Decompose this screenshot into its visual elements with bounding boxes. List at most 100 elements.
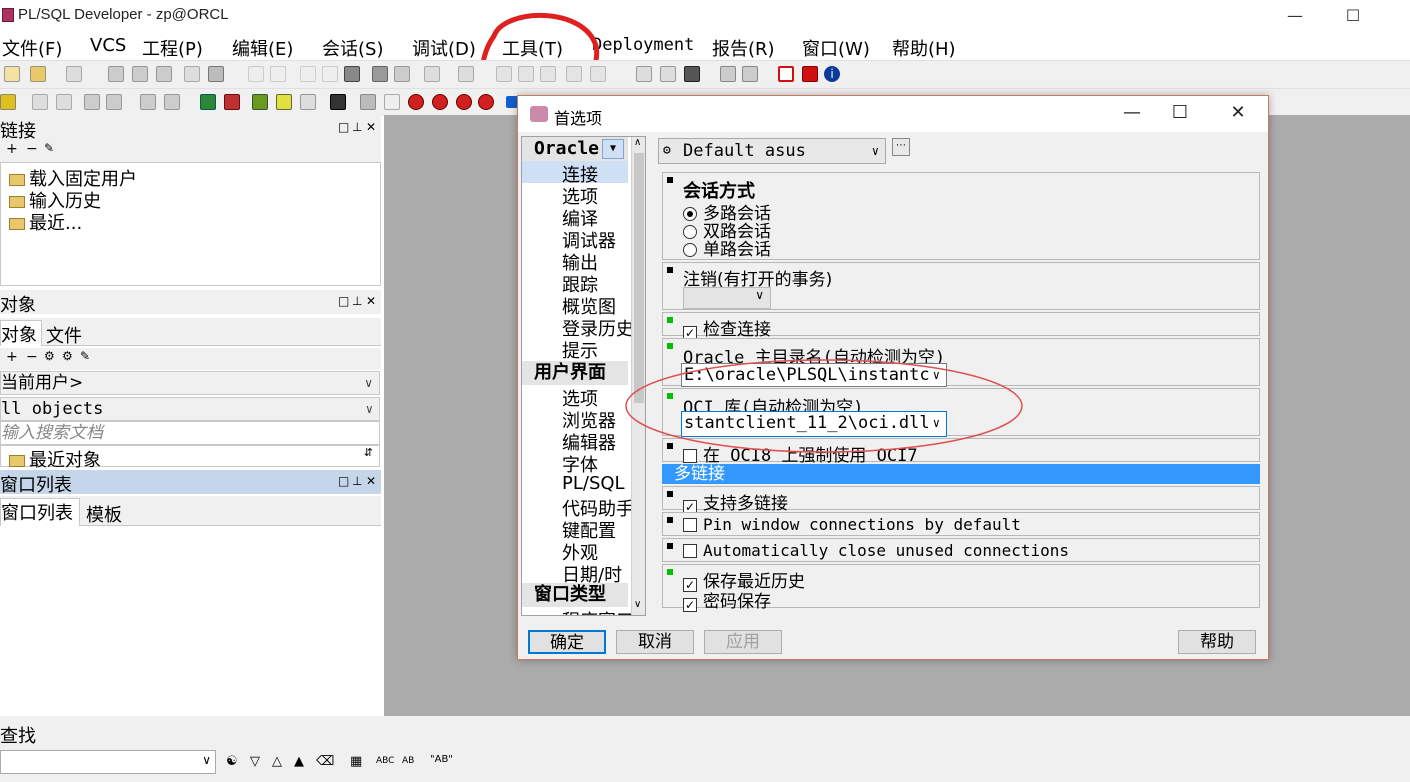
collapse-icon[interactable]: ▼ — [602, 139, 624, 159]
gear-icon[interactable] — [32, 94, 48, 110]
category-group-window-types[interactable]: 窗口类型 — [522, 583, 628, 607]
execute-icon[interactable] — [684, 66, 700, 82]
wrench-icon[interactable] — [330, 94, 346, 110]
oracle-icon[interactable] — [778, 66, 794, 82]
paste-icon[interactable] — [344, 66, 360, 82]
unindent-icon[interactable] — [518, 66, 534, 82]
menu-help[interactable]: 帮助(H) — [892, 35, 956, 61]
menu-project[interactable]: 工程(P) — [142, 35, 203, 61]
tree-item-recent-objects[interactable]: 最近对象 — [9, 446, 101, 472]
panel-float-icon[interactable]: □ — [338, 294, 349, 308]
minimize-icon[interactable]: — — [1112, 102, 1152, 123]
user-combo[interactable]: 当前用户> ∨ — [0, 371, 380, 395]
print-setup-icon[interactable] — [208, 66, 224, 82]
binoculars-icon[interactable]: ☯ — [226, 754, 238, 769]
category-item-plsql[interactable]: PL/SQL — [562, 473, 625, 494]
scroll-up-icon[interactable]: ∧ — [634, 137, 641, 148]
tree-item-recent[interactable]: 最近... — [9, 209, 82, 235]
logoff-select[interactable]: ∨ — [683, 287, 771, 309]
panel-pin-icon[interactable]: ⊥ — [352, 474, 362, 488]
cancel-button[interactable]: 取消 — [616, 630, 694, 654]
menu-edit[interactable]: 编辑(E) — [232, 35, 293, 61]
find-next-icon[interactable]: ▽ — [250, 754, 260, 769]
check-connection-checkbox[interactable]: ✓ 检查连接 — [683, 315, 771, 340]
help-button[interactable]: 帮助 — [1178, 630, 1256, 654]
add-icon[interactable]: + — [6, 141, 18, 157]
print-icon[interactable] — [184, 66, 200, 82]
remove-icon[interactable]: − — [26, 141, 38, 157]
find-input[interactable]: ∨ — [0, 750, 216, 774]
report-icon[interactable] — [300, 94, 316, 110]
edit-data-icon[interactable] — [276, 94, 292, 110]
panel-float-icon[interactable]: □ — [338, 474, 349, 488]
pdf-icon[interactable] — [802, 66, 818, 82]
back-icon[interactable] — [424, 66, 440, 82]
close-icon[interactable]: ✕ — [1218, 102, 1258, 123]
menu-session[interactable]: 会话(S) — [322, 35, 383, 61]
format-icon[interactable] — [590, 66, 606, 82]
rollback-icon[interactable] — [224, 94, 240, 110]
tools-icon[interactable] — [252, 94, 268, 110]
scroll-stepper-icon[interactable]: ⇵ — [364, 446, 373, 459]
red-dot-3-icon[interactable] — [456, 94, 472, 110]
regex-icon[interactable]: "AB" — [430, 754, 453, 765]
redo-icon[interactable] — [270, 66, 286, 82]
radio-single-session[interactable]: 单路会话 — [683, 235, 771, 260]
search-input[interactable]: 输入搜索文档 — [0, 421, 380, 445]
db-icon[interactable] — [84, 94, 100, 110]
menu-deployment[interactable]: Deployment — [592, 35, 694, 55]
profile-select[interactable]: ⚙ Default asus ∨ — [658, 138, 886, 164]
tile-icon[interactable] — [742, 66, 758, 82]
db-copy-icon[interactable] — [140, 94, 156, 110]
eraser-icon[interactable] — [384, 94, 400, 110]
menu-reports[interactable]: 报告(R) — [712, 35, 775, 61]
maximize-icon[interactable]: ☐ — [1160, 102, 1200, 123]
panel-close-icon[interactable]: ✕ — [366, 474, 376, 488]
tab-templates[interactable]: 模板 — [86, 501, 122, 527]
undo-icon[interactable] — [248, 66, 264, 82]
cascade-icon[interactable] — [720, 66, 736, 82]
key-icon[interactable] — [0, 94, 16, 110]
wand-icon[interactable] — [56, 94, 72, 110]
auto-close-checkbox[interactable]: Automatically close unused connections — [683, 541, 1069, 560]
add-icon[interactable]: + — [6, 349, 18, 365]
edit-icon[interactable]: ✎ — [44, 141, 54, 155]
tab-objects[interactable]: 对象 — [0, 320, 42, 346]
info-icon[interactable]: i — [824, 66, 840, 82]
edit-icon[interactable]: ✎ — [80, 349, 90, 363]
whole-word-icon[interactable]: AB — [402, 756, 414, 766]
ok-button[interactable]: 确定 — [528, 630, 606, 654]
panel-float-icon[interactable]: □ — [338, 120, 349, 134]
category-item-hints[interactable]: 提示 — [562, 337, 598, 363]
filter-edit-icon[interactable]: ⚙ — [62, 349, 73, 363]
filter-icon[interactable]: ⚙ — [44, 349, 55, 363]
menu-window[interactable]: 窗口(W) — [802, 35, 870, 61]
copy-text-icon[interactable] — [322, 66, 338, 82]
panel-pin-icon[interactable]: ⊥ — [352, 120, 362, 134]
indent-icon[interactable] — [496, 66, 512, 82]
save-password-checkbox[interactable]: ✓ 密码保存 — [683, 587, 771, 612]
category-group-ui[interactable]: 用户界面 — [522, 361, 628, 385]
support-multi-checkbox[interactable]: ✓ 支持多链接 — [683, 489, 788, 514]
pin-window-checkbox[interactable]: Pin window connections by default — [683, 515, 1021, 534]
sql-icon[interactable] — [164, 94, 180, 110]
uncomment-icon[interactable] — [566, 66, 582, 82]
minimize-icon[interactable]: — — [1272, 4, 1318, 28]
match-case-icon[interactable]: ABC — [376, 756, 394, 766]
maximize-icon[interactable]: ☐ — [1330, 4, 1376, 28]
commit-icon[interactable] — [200, 94, 216, 110]
remove-icon[interactable]: − — [26, 349, 38, 365]
panel-close-icon[interactable]: ✕ — [366, 294, 376, 308]
scroll-down-icon[interactable]: ∨ — [634, 599, 641, 610]
apply-button[interactable]: 应用 — [704, 630, 782, 654]
db-upload-icon[interactable] — [106, 94, 122, 110]
category-item-program-window[interactable]: 程序窗口 — [562, 607, 634, 615]
highlight-icon[interactable]: ▲ — [294, 754, 304, 769]
replace-icon[interactable] — [394, 66, 410, 82]
forward-icon[interactable] — [458, 66, 474, 82]
menu-file[interactable]: 文件(F) — [2, 35, 62, 61]
new-icon[interactable] — [4, 66, 20, 82]
options-icon[interactable]: ▦ — [350, 754, 362, 769]
panel-close-icon[interactable]: ✕ — [366, 120, 376, 134]
red-dot-2-icon[interactable] — [432, 94, 448, 110]
